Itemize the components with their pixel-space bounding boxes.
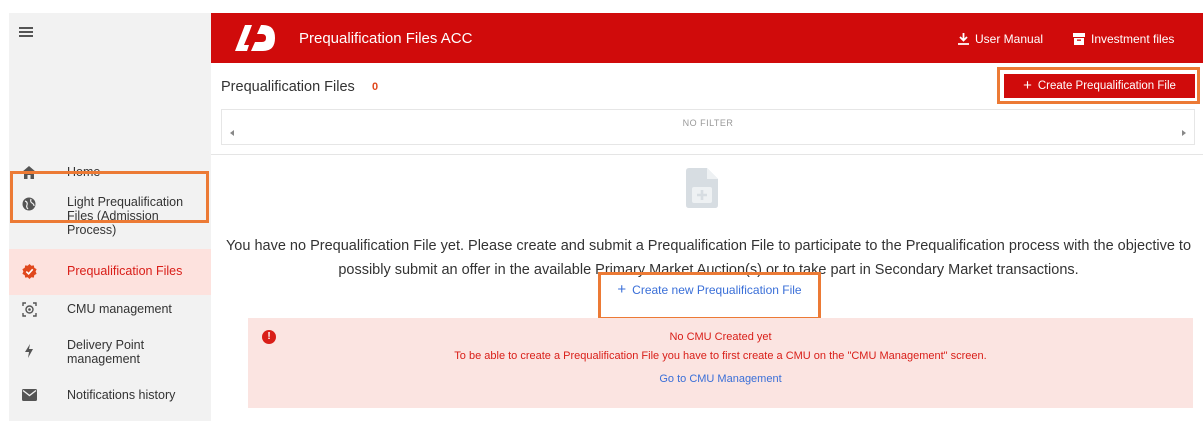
sidebar-item-delivery-point[interactable]: Delivery Point management [9,333,211,373]
highlight-frame [10,171,209,223]
scroll-left-arrow[interactable] [230,130,234,136]
sidebar-item-label: Delivery Point management [67,338,145,366]
mail-icon [21,387,37,403]
filter-bar: NO FILTER [221,109,1195,145]
sidebar-item-label: CMU management [67,302,172,316]
scroll-right-arrow[interactable] [1182,130,1186,136]
hamburger-menu-icon[interactable] [19,27,33,37]
topbar: Prequalification Files ACC User Manual I… [211,13,1203,63]
filter-text: NO FILTER [682,118,734,128]
go-to-cmu-management-link[interactable]: Go to CMU Management [248,373,1193,385]
alert-text: To be able to create a Prequalification … [454,350,987,362]
investment-files-label: Investment files [1091,32,1175,46]
highlight-frame [598,272,821,320]
divider [211,154,1203,155]
download-icon [958,33,969,45]
archive-icon [1073,33,1085,45]
user-manual-link[interactable]: User Manual [958,32,1043,46]
add-file-icon [686,168,718,208]
alert-box: ! No CMU Created yet To be able to creat… [248,318,1193,408]
sidebar-item-cmu-management[interactable]: CMU management [9,298,211,322]
alert-title: No CMU Created yet [669,331,772,343]
sidebar-item-label: Prequalification Files [67,264,183,278]
sidebar-item-label: Notifications history [67,388,176,402]
sidebar-item-notifications-history[interactable]: Notifications history [9,384,211,408]
investment-files-link[interactable]: Investment files [1073,32,1174,46]
logo[interactable] [235,25,275,51]
user-manual-label: User Manual [975,32,1044,46]
page-title: Prequalification Files [221,79,355,95]
bolt-icon [21,343,37,359]
app-title: Prequalification Files ACC [299,30,473,47]
file-count-badge: 0 [372,81,379,93]
sidebar-item-prequalification-files[interactable]: Prequalification Files [9,249,211,295]
highlight-frame [997,67,1200,104]
target-icon [21,301,37,317]
badge-check-icon [21,263,37,279]
